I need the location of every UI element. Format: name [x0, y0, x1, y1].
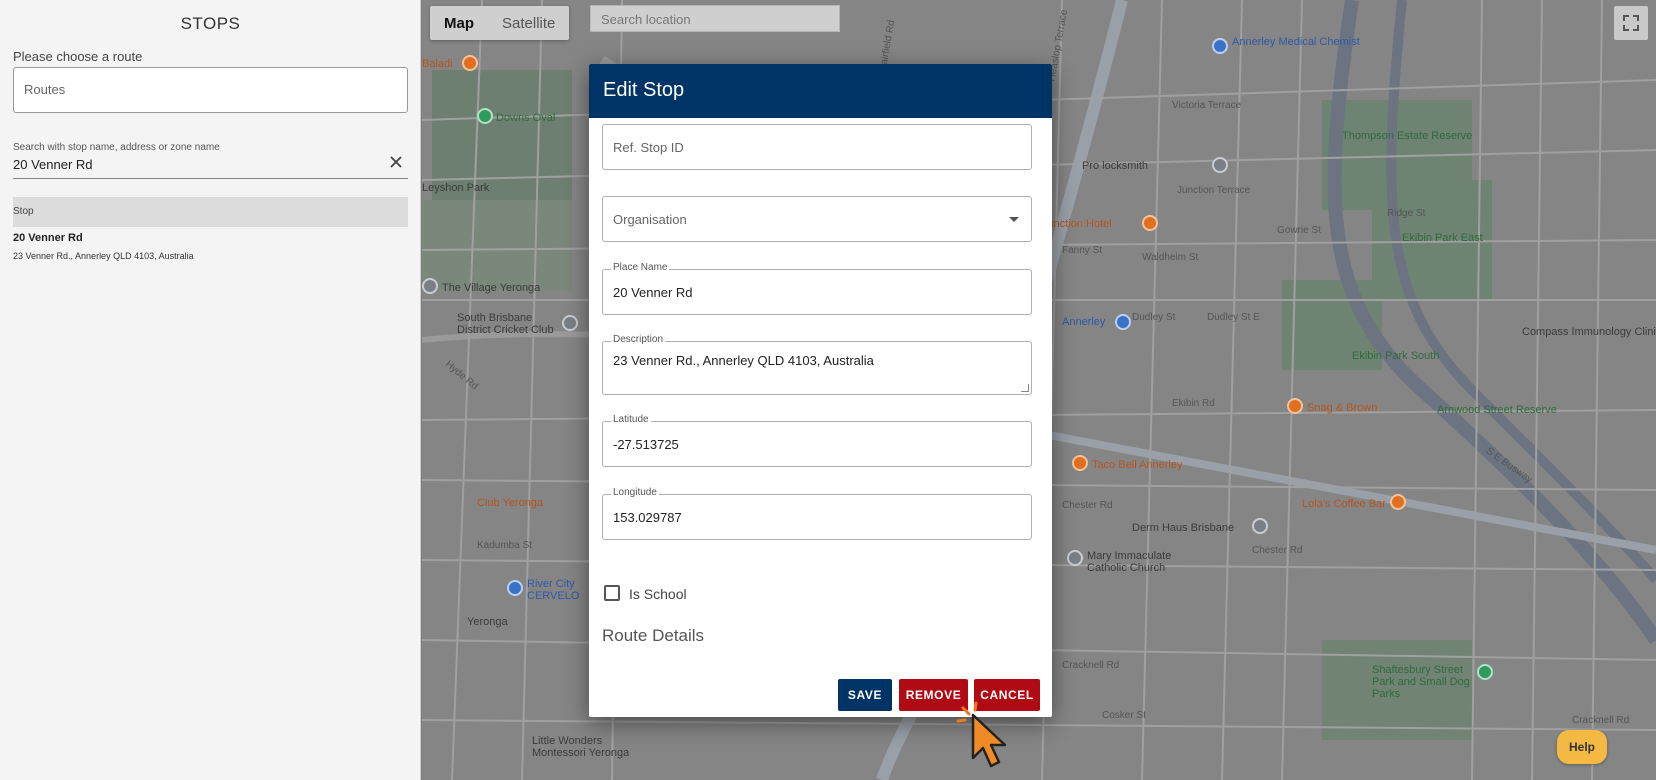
search-underline [13, 178, 408, 179]
fullscreen-button[interactable] [1614, 6, 1648, 40]
description-label: Description [611, 334, 666, 345]
street-label: Cracknell Rd [1572, 715, 1630, 726]
place-snag-brown[interactable]: Snag & Brown [1307, 402, 1377, 414]
fullscreen-icon [1623, 15, 1639, 31]
longitude-field[interactable]: Longitude 153.029787 [602, 487, 1032, 540]
street-label: Waldheim St [1142, 252, 1199, 263]
is-school-checkbox[interactable] [604, 585, 620, 601]
place-baladi[interactable]: Baladi [422, 58, 453, 70]
cafe-pin-icon[interactable] [1390, 494, 1406, 510]
restaurant-pin-icon[interactable] [1072, 455, 1088, 471]
park-pin-icon[interactable] [477, 108, 493, 124]
map-search-input[interactable]: Search location [590, 5, 840, 32]
mouse-cursor-icon [956, 701, 1007, 768]
organisation-select[interactable]: Organisation [602, 196, 1032, 242]
latitude-field[interactable]: Latitude -27.513725 [602, 414, 1032, 467]
place-compass-immunology[interactable]: Compass Immunology Clinic [1522, 326, 1656, 338]
street-label: Cracknell Rd [1062, 660, 1120, 671]
street-label: Ekibin Rd [1172, 398, 1215, 409]
map-type-map-button[interactable]: Map [430, 6, 488, 40]
result-stop-name[interactable]: 20 Venner Rd [13, 232, 83, 244]
street-label: Kadumba St [477, 540, 533, 551]
place-downs-oval[interactable]: Downs Oval [496, 112, 555, 124]
place-lolas-coffee[interactable]: Lola's Coffee Bar [1302, 498, 1386, 510]
place-south-brisbane-cricket[interactable]: South Brisbane District Cricket Club [457, 312, 567, 336]
map-type-satellite-button[interactable]: Satellite [488, 6, 569, 40]
place-pin-icon[interactable] [1212, 38, 1228, 54]
place-club-yeronga[interactable]: Club Yeronga [477, 497, 543, 509]
place-name-label: Place Name [611, 262, 670, 273]
help-button[interactable]: Help [1557, 730, 1607, 764]
street-label: Dudley St E [1207, 312, 1260, 323]
description-value: 23 Venner Rd., Annerley QLD 4103, Austra… [613, 353, 874, 368]
street-label: Victoria Terrace [1172, 100, 1242, 111]
place-leyshon-park[interactable]: Leyshon Park [422, 182, 489, 194]
longitude-value: 153.029787 [613, 510, 682, 525]
place-thompson-estate[interactable]: Thompson Estate Reserve [1342, 130, 1472, 142]
street-label: Chester Rd [1252, 545, 1303, 556]
place-annerley[interactable]: Annerley [1062, 316, 1105, 328]
place-little-wonders[interactable]: Little Wonders Montessori Yeronga [532, 735, 652, 759]
place-ekibin-park-east[interactable]: Ekibin Park East [1402, 232, 1483, 244]
place-mary-immaculate[interactable]: Mary Immaculate Catholic Church [1087, 550, 1207, 574]
street-label: Dudley St [1132, 312, 1176, 323]
hotel-pin-icon[interactable] [1142, 215, 1158, 231]
place-name-value: 20 Venner Rd [613, 285, 693, 300]
shopping-pin-icon[interactable] [1115, 314, 1131, 330]
latitude-value: -27.513725 [613, 437, 679, 452]
place-ekibin-park-south[interactable]: Ekibin Park South [1352, 350, 1439, 362]
place-taco-bell[interactable]: Taco Bell Annerley [1092, 459, 1183, 471]
panel-title: STOPS [180, 14, 241, 33]
results-table-header: Stop [13, 197, 408, 227]
place-yeronga[interactable]: Yeronga [467, 616, 508, 628]
street-label: Cosker St [1102, 710, 1146, 721]
chevron-down-icon [1009, 217, 1019, 222]
shop-pin-icon[interactable] [422, 278, 438, 294]
dialog-title: Edit Stop [589, 64, 1052, 118]
street-label: Chester Rd [1062, 500, 1113, 511]
place-shaftesbury[interactable]: Shaftesbury Street Park and Small Dog Pa… [1372, 664, 1482, 700]
routes-select[interactable]: Routes [13, 67, 408, 113]
result-stop-address[interactable]: 23 Venner Rd., Annerley QLD 4103, Austra… [13, 251, 194, 261]
edit-stop-dialog: Edit Stop Ref. Stop ID Organisation Plac… [589, 64, 1052, 717]
clear-icon[interactable] [388, 154, 404, 170]
ref-stop-id-placeholder: Ref. Stop ID [613, 140, 684, 155]
place-annerley-medical[interactable]: Annerley Medical Chemist [1232, 36, 1360, 48]
place-village-yeronga[interactable]: The Village Yeronga [442, 282, 540, 294]
place-river-city[interactable]: River City CERVELO [527, 578, 597, 602]
organisation-placeholder: Organisation [613, 212, 687, 227]
resize-handle-icon[interactable] [1021, 384, 1029, 392]
description-field[interactable]: Description 23 Venner Rd., Annerley QLD … [602, 334, 1032, 395]
shop-pin-icon[interactable] [1252, 518, 1268, 534]
ref-stop-id-field[interactable]: Ref. Stop ID [602, 124, 1032, 170]
street-label: Gowrie St [1277, 225, 1321, 236]
map-type-toggle: Map Satellite [430, 6, 570, 40]
stop-search-input[interactable]: 20 Venner Rd [13, 157, 93, 172]
save-button[interactable]: SAVE [838, 679, 892, 711]
place-junction-hotel[interactable]: Junction Hotel [1042, 218, 1112, 230]
street-label: Ridge St [1387, 208, 1426, 219]
latitude-label: Latitude [611, 414, 651, 425]
church-pin-icon[interactable] [1067, 550, 1083, 566]
restaurant-pin-icon[interactable] [462, 55, 478, 71]
stops-panel: STOPS Please choose a route Routes Searc… [0, 0, 421, 780]
search-label: Search with stop name, address or zone n… [13, 142, 220, 153]
place-arnwood-reserve[interactable]: Arnwood Street Reserve [1437, 404, 1557, 416]
street-label: Junction Terrace [1177, 185, 1251, 196]
route-label: Please choose a route [13, 49, 143, 64]
store-pin-icon[interactable] [507, 580, 523, 596]
place-pro-locksmith[interactable]: Pro locksmith [1082, 160, 1148, 172]
shop-pin-icon[interactable] [1212, 157, 1228, 173]
restaurant-pin-icon[interactable] [1287, 398, 1303, 414]
longitude-label: Longitude [611, 487, 659, 498]
place-derm-haus[interactable]: Derm Haus Brisbane [1132, 522, 1234, 534]
is-school-label[interactable]: Is School [629, 586, 687, 602]
route-details-title: Route Details [602, 626, 705, 645]
place-name-field[interactable]: Place Name 20 Venner Rd [602, 262, 1032, 315]
street-label: Fanny St [1062, 245, 1103, 256]
